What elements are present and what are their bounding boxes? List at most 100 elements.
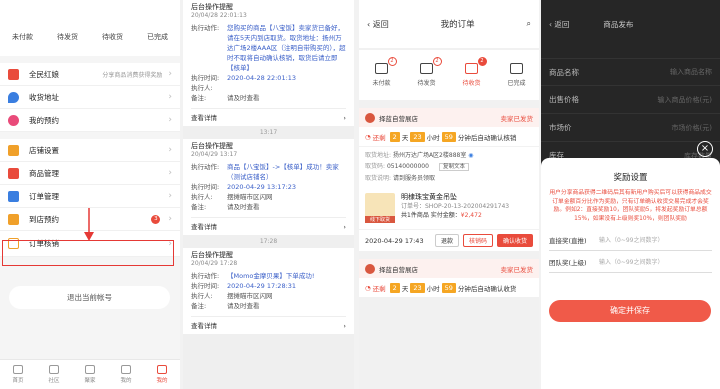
status-to-ship[interactable]: 待发货 [57, 32, 78, 42]
shop-row[interactable]: 择蓝自营展店 卖家已发货 [359, 259, 539, 278]
label: 取货说明: [365, 175, 392, 182]
product-row[interactable]: 线下取货 明棣珠宝黄金吊坠 订单号：SHOP-20-13-20200429174… [359, 187, 539, 229]
label: 执行人: [191, 292, 213, 300]
pickup-code: 05140000000 [386, 163, 429, 170]
order-card: 择蓝自营展店 卖家已发货 ◔ 还剩 2 天 23 小时 59 分钟后自动确认核销 取货地址: 扬… [359, 108, 539, 251]
tab-mine-1[interactable]: 我的 [120, 365, 132, 384]
status-tab-done[interactable]: 已完成 [507, 63, 526, 87]
box-icon [8, 167, 19, 179]
back-button[interactable]: ‹ 返回 [367, 19, 389, 30]
view-detail-link[interactable]: 查看详情 › [191, 108, 346, 126]
team-reward-field[interactable]: 团队奖(上级) 输入（0~99之间数字） [549, 251, 712, 273]
logout-button[interactable]: 退出当前帐号 [9, 286, 170, 309]
field-label: 出售价格 [549, 95, 579, 104]
page-title: 我的订单 [440, 20, 475, 30]
notice-title: 后台操作提醒 [191, 142, 233, 150]
status-label: 未付款 [372, 80, 391, 87]
countdown: ◔ 还剩 2 天 23 小时 59 分钟后自动确认收货 [359, 278, 539, 297]
pickup-note: 请到服务员领取 [392, 175, 435, 182]
unit: 小时 [426, 284, 440, 293]
status-tab-unpaid[interactable]: 2 未付款 [372, 57, 397, 87]
heart-icon [8, 114, 19, 126]
notice-by: 摆摊瞄市区闪网 [227, 292, 273, 300]
chevron-right-icon: › [168, 168, 172, 178]
back-button[interactable]: ‹ 返回 [549, 19, 569, 30]
notice-action: 商品【八宝饭】->【核单】成功！卖家（测试店铺名） [227, 163, 339, 181]
status-to-receive[interactable]: 待收货 [102, 32, 123, 42]
detail-label: 查看详情 [191, 223, 217, 231]
view-detail-link[interactable]: 查看详情 › [191, 217, 346, 235]
product-image: 线下取货 [365, 193, 395, 223]
shop-row[interactable]: 择蓝自营展店 卖家已发货 [359, 108, 539, 127]
status-done[interactable]: 已完成 [147, 32, 168, 42]
menu-referral[interactable]: 全民红娘 分享商品消费获得奖励 › [0, 63, 180, 86]
reward-settings-modal: 奖励设置 用户分享商品获得二维码后其有新用户购买后可以获得商品成交订单金额百分比… [541, 158, 720, 389]
unit: 分钟后自动确认收货 [457, 284, 517, 293]
shop-icon [8, 144, 19, 156]
search-icon[interactable]: ⌕ [527, 19, 531, 29]
status-tab-to-ship[interactable]: 2 待发货 [417, 57, 442, 87]
chevron-right-icon: › [168, 115, 172, 125]
direct-reward-field[interactable]: 直接奖(直推) 输入（0~99之间数字） [549, 229, 712, 251]
field-row[interactable]: 出售价格 输入商品价格(元) [541, 86, 720, 114]
menu-label: 店铺设置 [29, 145, 59, 155]
status-unpaid[interactable]: 未付款 [12, 32, 33, 42]
field-row[interactable]: 市场价 市场价格(元) [541, 114, 720, 142]
menu-shop-settings[interactable]: 店铺设置 › [0, 139, 180, 162]
detail-label: 查看详情 [191, 114, 217, 122]
label: 执行动作: [191, 24, 220, 32]
copy-button[interactable]: 复制文本 [438, 163, 469, 171]
tab-gather[interactable]: 聚家 [84, 365, 96, 384]
tab-label: 首页 [12, 378, 24, 384]
menu-label: 订单管理 [29, 191, 59, 201]
shop-avatar [365, 263, 375, 274]
countdown-hours: 23 [410, 282, 425, 293]
view-detail-link[interactable]: 查看详情 › [191, 316, 346, 334]
notice-time: 2020-04-28 22:01:13 [227, 74, 297, 82]
notice-action: 【Momo金摩贝果】下单成功! [227, 272, 315, 280]
orders-panel: ‹ 返回 我的订单 ⌕ 2 未付款 2 待发货 2 待收货 已完成 择蓝自营展店 卖家已… [359, 0, 539, 389]
label: 执行人: [191, 84, 213, 92]
paid-amount: ¥2,472 [460, 212, 482, 219]
back-label: 返回 [372, 19, 389, 29]
order-number: 订单号：SHOP-20-13-202004291743 [401, 203, 510, 210]
tab-home[interactable]: 首页 [12, 365, 24, 384]
status-tab-to-receive[interactable]: 2 待收货 [462, 57, 487, 87]
notice-action: 您购买的商品【八宝饭】卖家货已备好，请在5天内到店取货。取货地址：扬州万达广场2… [227, 24, 346, 72]
menu-label: 收货地址 [29, 92, 59, 102]
menu-reservation[interactable]: 我的预约 › [0, 109, 180, 132]
confirm-receipt-button[interactable]: 确认收货 [496, 234, 533, 247]
chevron-right-icon: › [168, 92, 172, 102]
menu-address[interactable]: 收货地址 › [0, 86, 180, 109]
tab-community[interactable]: 社区 [48, 365, 60, 384]
tab-mine-2[interactable]: 我的 [156, 365, 168, 384]
check-icon [509, 63, 523, 74]
menu-order-mgmt[interactable]: 订单管理 › [0, 185, 180, 208]
menu-product-mgmt[interactable]: 商品管理 › [0, 162, 180, 185]
chevron-right-icon: › [168, 69, 172, 79]
field-placeholder: 输入商品价格(元) [657, 95, 712, 104]
product-tag: 线下取货 [365, 216, 395, 223]
unit: 小时 [426, 133, 440, 142]
notice-title: 后台操作提醒 [191, 251, 233, 259]
chevron-right-icon: › [168, 145, 172, 155]
refund-button[interactable]: 退款 [434, 234, 459, 247]
label: 执行人: [191, 193, 213, 201]
close-icon[interactable]: × [697, 141, 713, 157]
pickup-info: 取货地址: 扬州万达广场A区2楼888室 ◉ 取货码: 05140000000 复… [359, 146, 539, 187]
countdown-prefix: 还剩 [372, 284, 386, 293]
notice-card: 后台操作提醒 20/04/28 22:01:13 执行动作: 您购买的商品【八宝饭… [183, 0, 354, 126]
save-button[interactable]: 确定并保存 [549, 300, 711, 322]
notice-note: 请及时查看 [227, 302, 260, 310]
field-row[interactable]: 商品名称 输入商品名称 [541, 58, 720, 86]
package-icon [419, 63, 433, 74]
field-label: 商品名称 [549, 67, 579, 77]
timestamp-divider: 17:28 [259, 238, 278, 245]
order-card: 择蓝自营展店 卖家已发货 ◔ 还剩 2 天 23 小时 59 分钟后自动确认收货 [359, 259, 539, 297]
verify-code-button[interactable]: 核销码 [462, 234, 493, 247]
notice-note: 请及时查看 [227, 94, 260, 102]
notice-date: 20/04/29 17:28 [191, 260, 238, 267]
order-actions: 2020-04-29 17:43 退款 核销码 确认收货 [359, 229, 539, 251]
shop-name: 择蓝自营展店 [379, 114, 418, 123]
notice-time: 2020-04-29 13:17:23 [227, 183, 297, 191]
